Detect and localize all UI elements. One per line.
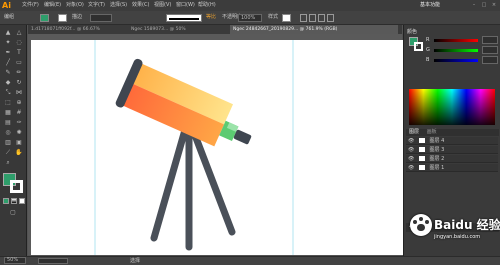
telescope-illustration[interactable]	[31, 40, 407, 255]
tab-layers[interactable]: 图层	[409, 129, 419, 135]
artboard-navigator[interactable]	[38, 258, 68, 264]
artboard-tool-icon[interactable]: ▣	[14, 139, 24, 147]
layer-name: 图层 3	[429, 147, 445, 153]
style-swatch[interactable]	[282, 14, 291, 22]
line-tool-icon[interactable]: ╱	[3, 59, 13, 67]
channel-g-label: G	[426, 47, 430, 53]
gradient-mode-button[interactable]	[11, 198, 17, 204]
brush-definition-label: 等比	[206, 14, 217, 20]
pencil-icon[interactable]: ✏	[14, 69, 24, 77]
current-tool-label: 选择	[130, 258, 141, 264]
rectangle-tool-icon[interactable]: ▭	[14, 59, 24, 67]
style-label: 样式	[268, 14, 279, 20]
menu-edit[interactable]: 编辑(E)	[44, 1, 61, 10]
perspective-grid-icon[interactable]: ▦	[3, 109, 13, 117]
channel-r-field[interactable]	[482, 36, 498, 44]
symbol-sprayer-icon[interactable]: ✺	[14, 129, 24, 137]
close-icon[interactable]: ×	[490, 1, 498, 10]
artboard[interactable]	[31, 40, 407, 255]
layer-name: 图层 2	[429, 156, 445, 162]
watermark-url: jingyan.baidu.com	[434, 234, 481, 240]
layer-name: 图层 1	[429, 165, 445, 171]
toolbox: ▲ △ ✦ ◌ ✒ T ╱ ▭ ✎ ✏ ◆ ↻ ⤡ ⋈ ⬚ ⊕ ▦ # ▤ ✑ …	[0, 25, 27, 256]
stroke-profile-dropdown[interactable]	[166, 14, 202, 22]
paintbrush-icon[interactable]: ✎	[3, 69, 13, 77]
pen-tool-icon[interactable]: ✒	[3, 49, 13, 57]
minimize-icon[interactable]: –	[470, 1, 478, 10]
menu-effect[interactable]: 效果(C)	[132, 1, 149, 10]
workspace-switcher[interactable]: 基本功能	[420, 1, 440, 10]
type-tool-icon[interactable]: T	[14, 49, 24, 57]
tab-artboards[interactable]: 画板	[427, 129, 437, 135]
color-mode-button[interactable]	[3, 198, 9, 204]
rotate-tool-icon[interactable]: ↻	[14, 79, 24, 87]
menu-select[interactable]: 选择(S)	[110, 1, 127, 10]
layer-name: 图层 4	[429, 138, 445, 144]
selection-type-label: 编组	[4, 14, 15, 20]
tripod-leg-left	[150, 126, 189, 242]
channel-b-slider[interactable]	[434, 59, 478, 62]
channel-r-slider[interactable]	[434, 39, 478, 42]
channel-b-field[interactable]	[482, 56, 498, 64]
layers-panel-tabs: 图层 画板	[406, 129, 499, 136]
fill-swatch[interactable]	[40, 14, 49, 22]
status-bar: 50% 选择	[0, 256, 500, 265]
mesh-tool-icon[interactable]: #	[14, 109, 24, 117]
tab-document-1[interactable]: 1.d1718071ff092f... @ 66.67%	[28, 25, 128, 34]
free-transform-icon[interactable]: ⬚	[3, 99, 13, 107]
menu-window[interactable]: 窗口(W)	[176, 1, 195, 10]
layer-row[interactable]: 👁 图层 2	[406, 155, 498, 163]
gradient-tool-icon[interactable]: ▤	[3, 119, 13, 127]
opacity-field[interactable]: 100%	[238, 14, 262, 22]
hand-tool-icon[interactable]: ✋	[14, 149, 24, 157]
stroke-weight-field[interactable]	[90, 14, 112, 22]
direct-selection-tool-icon[interactable]: △	[14, 29, 24, 37]
channel-r-label: R	[426, 37, 430, 43]
width-tool-icon[interactable]: ⋈	[14, 89, 24, 97]
eyedropper-icon[interactable]: ✑	[14, 119, 24, 127]
shape-builder-icon[interactable]: ⊕	[14, 99, 24, 107]
layer-row[interactable]: 👁 图层 4	[406, 137, 498, 145]
menu-bar: Ai 文件(F) 编辑(E) 对象(O) 文字(T) 选择(S) 效果(C) 视…	[0, 0, 500, 11]
menu-file[interactable]: 文件(F)	[22, 1, 39, 10]
channel-g-slider[interactable]	[434, 49, 478, 52]
stroke-swatch[interactable]	[58, 14, 67, 22]
blend-tool-icon[interactable]: ◎	[3, 129, 13, 137]
paw-logo-icon	[410, 214, 432, 236]
control-bar: 编组 描边 等比 不透明度 100% 样式	[0, 11, 500, 25]
document-tab-bar: 1.d1718071ff092f... @ 66.67% Ngec 158907…	[28, 25, 402, 34]
layer-row[interactable]: 👁 图层 3	[406, 146, 498, 154]
channel-b-label: B	[426, 57, 430, 63]
eraser-icon[interactable]: ◆	[3, 79, 13, 87]
tab-document-3[interactable]: Ngec 24842667_20190829... @ 761.9% (RGB)	[230, 25, 398, 34]
magic-wand-icon[interactable]: ✦	[3, 39, 13, 47]
panel-stroke-swatch[interactable]	[414, 42, 423, 51]
menu-object[interactable]: 对象(O)	[66, 1, 84, 10]
none-mode-button[interactable]	[19, 198, 25, 204]
color-spectrum[interactable]	[409, 89, 495, 125]
tab-document-2[interactable]: Ngec 1589073... @ 50%	[128, 25, 230, 34]
menu-type[interactable]: 文字(T)	[88, 1, 105, 10]
channel-g-field[interactable]	[482, 46, 498, 54]
menu-view[interactable]: 视图(V)	[154, 1, 171, 10]
lasso-icon[interactable]: ◌	[14, 39, 24, 47]
layer-row[interactable]: 👁 图层 1	[406, 164, 498, 172]
stroke-label: 描边	[72, 14, 83, 20]
scale-tool-icon[interactable]: ⤡	[3, 89, 13, 97]
slice-tool-icon[interactable]: ⟋	[3, 149, 13, 157]
graph-tool-icon[interactable]: ▥	[3, 139, 13, 147]
stroke-color-box[interactable]	[10, 180, 23, 193]
app-logo: Ai	[2, 1, 11, 10]
watermark: Baidu 经验 jingyan.baidu.com	[410, 212, 500, 252]
selection-tool-icon[interactable]: ▲	[3, 29, 13, 37]
zoom-tool-icon[interactable]: ⌕	[3, 159, 13, 167]
align-icons[interactable]	[300, 14, 360, 22]
screen-mode-icon[interactable]: ▢	[8, 209, 18, 217]
menu-help[interactable]: 帮助(H)	[198, 1, 216, 10]
zoom-field[interactable]: 50%	[4, 257, 26, 264]
color-panel-header: 颜色	[407, 29, 418, 35]
watermark-text: Baidu 经验	[434, 218, 500, 232]
maximize-icon[interactable]: □	[480, 1, 488, 10]
